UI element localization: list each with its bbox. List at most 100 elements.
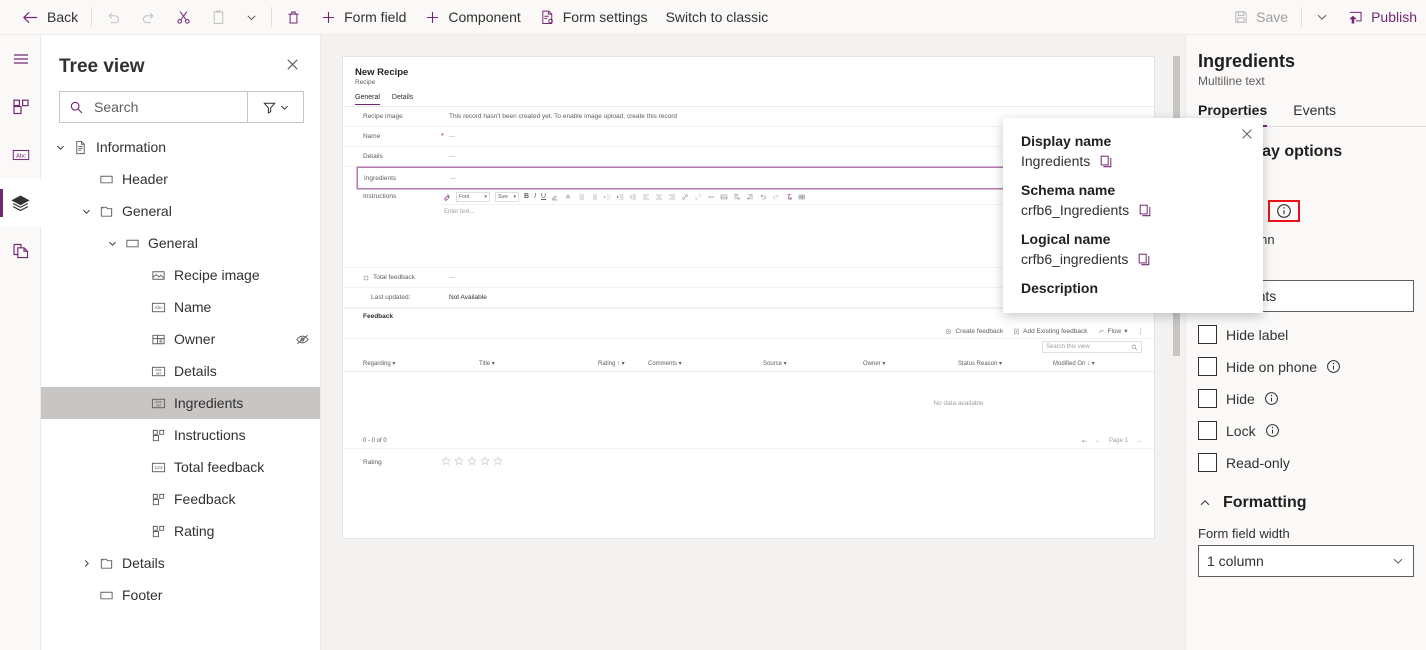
next-page-icon[interactable]: → xyxy=(1136,438,1142,444)
add-form-field-button[interactable]: Form field xyxy=(311,0,415,35)
highlight-color-icon[interactable] xyxy=(551,193,559,201)
hamburger-menu-button[interactable] xyxy=(0,35,41,83)
redo-button[interactable] xyxy=(131,0,166,35)
tree-node-general-3[interactable]: General xyxy=(41,227,320,259)
insert-table-icon[interactable] xyxy=(798,193,806,201)
subgrid-column-header[interactable]: Status Reason ▾ xyxy=(958,360,1002,367)
tree-node-feedback-11[interactable]: Feedback xyxy=(41,483,320,515)
preview-row-rating[interactable]: Rating xyxy=(343,448,1154,479)
save-options-button[interactable] xyxy=(1306,0,1338,35)
rail-item-tree-view[interactable] xyxy=(0,179,41,227)
tree-node-rating-12[interactable]: Rating xyxy=(41,515,320,547)
switch-to-classic-button[interactable]: Switch to classic xyxy=(657,0,778,35)
subgrid-column-header[interactable]: Regarding ▾ xyxy=(363,360,395,367)
tree-node-instructions-9[interactable]: Instructions xyxy=(41,419,320,451)
info-icon[interactable] xyxy=(1326,359,1341,374)
tree-node-header-1[interactable]: Header xyxy=(41,163,320,195)
rating-star-icon[interactable] xyxy=(467,453,477,471)
tree-node-information-0[interactable]: Information xyxy=(41,131,320,163)
redo-icon[interactable] xyxy=(772,193,780,201)
subgrid-column-header[interactable]: Rating ↑ ▾ xyxy=(598,360,625,367)
copy-icon[interactable] xyxy=(1137,252,1151,266)
formatting-section-header[interactable]: Formatting xyxy=(1198,494,1426,512)
delete-button[interactable] xyxy=(276,0,311,35)
decrease-indent-icon[interactable] xyxy=(603,193,611,201)
checkbox-box[interactable] xyxy=(1198,357,1217,376)
blockquote-icon[interactable] xyxy=(629,193,637,201)
undo-button[interactable] xyxy=(96,0,131,35)
rail-item-components[interactable] xyxy=(0,83,41,131)
paste-button[interactable] xyxy=(201,0,236,35)
font-color-icon[interactable] xyxy=(564,193,572,201)
align-left-icon[interactable] xyxy=(642,193,650,201)
copy-icon[interactable] xyxy=(1099,154,1113,168)
tree-node-details-13[interactable]: Details xyxy=(41,547,320,579)
rating-star-group[interactable] xyxy=(441,453,503,471)
format-painter-icon[interactable] xyxy=(443,193,451,201)
checkbox-hide-on-phone[interactable]: Hide on phone xyxy=(1198,357,1426,376)
chevron-collapsed-icon[interactable] xyxy=(77,558,95,569)
tree-node-ingredients-8[interactable]: Abc def Ingredients xyxy=(41,387,320,419)
tree-node-name-5[interactable]: Abc Name xyxy=(41,291,320,323)
rtl-direction-icon[interactable] xyxy=(746,193,754,201)
back-button[interactable]: Back xyxy=(12,0,87,35)
link-icon[interactable] xyxy=(681,193,689,201)
tree-node-details-7[interactable]: Abc def Details xyxy=(41,355,320,387)
chevron-expanded-icon[interactable] xyxy=(77,206,95,217)
increase-indent-icon[interactable] xyxy=(616,193,624,201)
previous-page-icon[interactable]: ← xyxy=(1095,438,1101,444)
ltr-direction-icon[interactable] xyxy=(733,193,741,201)
checkbox-box[interactable] xyxy=(1198,453,1217,472)
subgrid-column-header[interactable]: Owner ▾ xyxy=(863,360,885,367)
rail-item-pages[interactable] xyxy=(0,227,41,275)
tree-node-footer-14[interactable]: Footer xyxy=(41,579,320,611)
publish-button[interactable]: Publish xyxy=(1338,0,1426,35)
rail-item-fields[interactable]: Abc xyxy=(0,131,41,179)
save-button[interactable]: Save xyxy=(1224,0,1297,35)
chevron-expanded-icon[interactable] xyxy=(103,238,121,249)
checkbox-hide-label[interactable]: Hide label xyxy=(1198,325,1426,344)
info-icon[interactable] xyxy=(1265,423,1280,438)
callout-close-button[interactable] xyxy=(1240,127,1254,146)
tab-events[interactable]: Events xyxy=(1293,102,1336,126)
tree-node-owner-6[interactable]: Owner xyxy=(41,323,320,355)
unlink-icon[interactable] xyxy=(694,193,702,201)
align-right-icon[interactable] xyxy=(668,193,676,201)
rte-size-select[interactable]: Size ▾ xyxy=(495,191,519,202)
search-input-wrapper[interactable] xyxy=(59,91,248,123)
form-field-width-select[interactable]: 1 column xyxy=(1198,545,1414,577)
tree-filter-button[interactable] xyxy=(248,91,304,123)
clear-formatting-icon[interactable] xyxy=(785,193,793,201)
rating-star-icon[interactable] xyxy=(480,453,490,471)
rating-star-icon[interactable] xyxy=(493,453,503,471)
tree-node-total-feedback-10[interactable]: 123 Total feedback xyxy=(41,451,320,483)
form-settings-button[interactable]: Form settings xyxy=(530,0,657,35)
checkbox-box[interactable] xyxy=(1198,325,1217,344)
checkbox-box[interactable] xyxy=(1198,421,1217,440)
insert-image-icon[interactable] xyxy=(720,193,728,201)
subgrid-column-header[interactable]: Comments ▾ xyxy=(648,360,682,367)
subgrid-search-input[interactable]: Search this view xyxy=(1042,341,1142,353)
rte-italic-button[interactable]: I xyxy=(534,193,536,200)
preview-tab-general[interactable]: General xyxy=(355,94,380,105)
checkbox-hide[interactable]: Hide xyxy=(1198,389,1426,408)
subgrid-column-header[interactable]: Title ▾ xyxy=(479,360,495,367)
tree-node-recipe-image-4[interactable]: Recipe image xyxy=(41,259,320,291)
subgrid-column-header[interactable]: Source ▾ xyxy=(763,360,787,367)
numbered-list-icon[interactable] xyxy=(590,193,598,201)
subgrid-overflow-button[interactable]: ⋮ xyxy=(1138,327,1145,335)
rte-underline-button[interactable]: U xyxy=(541,193,546,200)
tree-node-general-2[interactable]: General xyxy=(41,195,320,227)
rating-star-icon[interactable] xyxy=(454,453,464,471)
info-icon[interactable] xyxy=(1276,203,1292,219)
subgrid-create-feedback-button[interactable]: Create feedback xyxy=(945,328,1003,335)
rte-bold-button[interactable]: B xyxy=(524,193,529,200)
chevron-expanded-icon[interactable] xyxy=(51,142,69,153)
checkbox-lock[interactable]: Lock xyxy=(1198,421,1426,440)
preview-tab-details[interactable]: Details xyxy=(392,94,413,105)
first-page-icon[interactable]: ⇤ xyxy=(1082,438,1087,445)
checkbox-read-only[interactable]: Read-only xyxy=(1198,453,1426,472)
add-component-button[interactable]: Component xyxy=(415,0,529,35)
info-icon[interactable] xyxy=(1264,391,1279,406)
rating-star-icon[interactable] xyxy=(441,453,451,471)
